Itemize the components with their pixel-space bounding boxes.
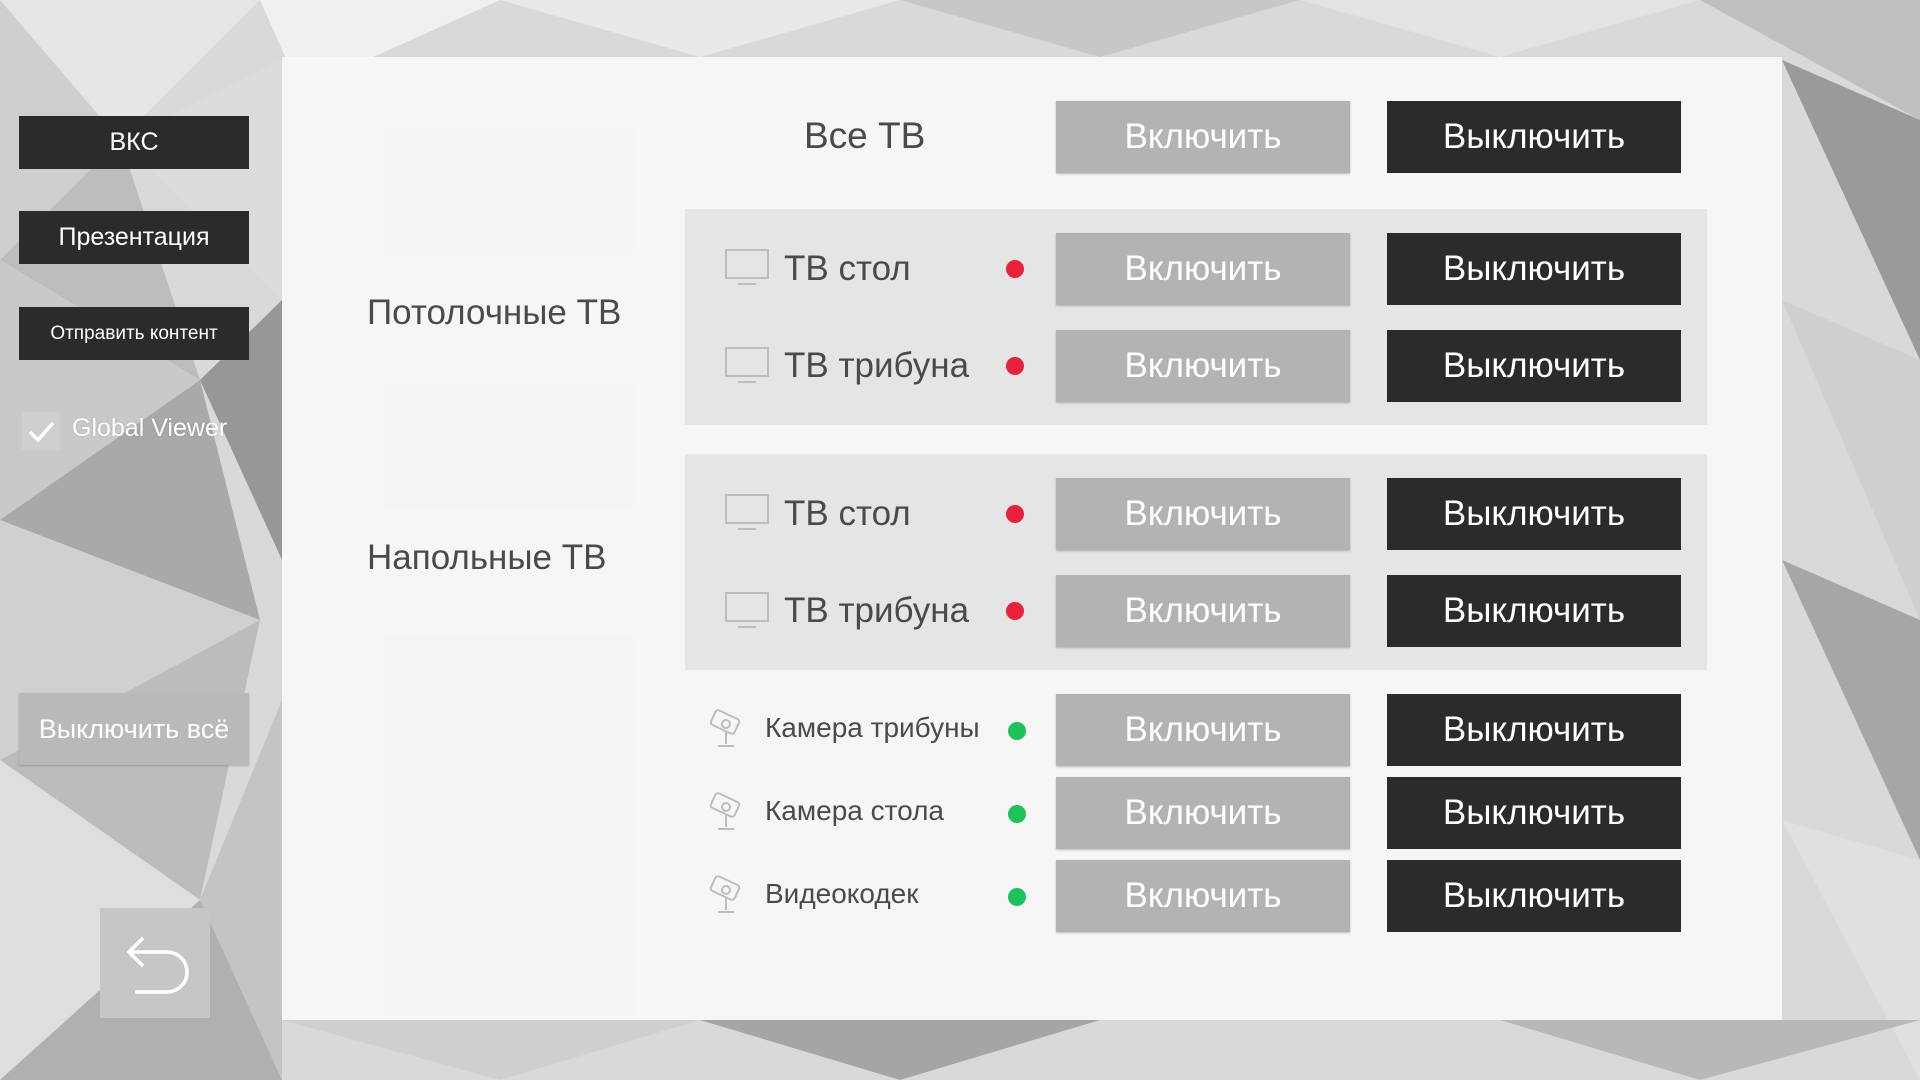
monitor-icon (725, 347, 769, 383)
camera-tribuna-off-button[interactable]: Выключить (1387, 694, 1681, 766)
camera-icon (709, 875, 741, 913)
all-tv-title: Все ТВ (804, 115, 926, 156)
videocodec-label: Видеокодек (765, 878, 919, 909)
floor-tv-tribuna-off-button[interactable]: Выключить (1387, 575, 1681, 647)
status-indicator (1006, 357, 1024, 375)
ceiling-tv-tribuna-off-button[interactable]: Выключить (1387, 330, 1681, 402)
all-tv-on-button[interactable]: Включить (1056, 101, 1350, 173)
camera-icon (709, 792, 741, 830)
monitor-icon (725, 494, 769, 530)
status-indicator (1008, 805, 1026, 823)
monitor-icon (725, 249, 769, 285)
floor-tv-stol-off-button[interactable]: Выключить (1387, 478, 1681, 550)
vks-button[interactable]: ВКС (19, 116, 249, 169)
turn-off-all-button[interactable]: Выключить всё (19, 693, 249, 765)
floor-tv-title: Напольные ТВ (367, 538, 607, 577)
global-viewer-label: Global Viewer (72, 414, 228, 442)
camera-stola-on-button[interactable]: Включить (1056, 777, 1350, 849)
checkmark-icon (28, 421, 55, 443)
status-indicator (1006, 260, 1024, 278)
camera-icon (709, 709, 741, 747)
ceiling-tv-stol-off-button[interactable]: Выключить (1387, 233, 1681, 305)
camera-stola-label: Камера стола (765, 795, 945, 826)
videocodec-off-button[interactable]: Выключить (1387, 860, 1681, 932)
floor-tv-stol-on-button[interactable]: Включить (1056, 478, 1350, 550)
status-indicator (1008, 888, 1026, 906)
ceiling-tv-title: Потолочные ТВ (367, 293, 622, 332)
status-indicator (1008, 722, 1026, 740)
camera-tribuna-label: Камера трибуны (765, 712, 980, 743)
all-tv-off-button[interactable]: Выключить (1387, 101, 1681, 173)
back-button[interactable] (100, 908, 210, 1018)
status-indicator (1006, 505, 1024, 523)
ceiling-tv-stol-on-button[interactable]: Включить (1056, 233, 1350, 305)
camera-stola-off-button[interactable]: Выключить (1387, 777, 1681, 849)
status-indicator (1006, 602, 1024, 620)
ceiling-tv-tribuna-label: ТВ трибуна (784, 346, 970, 385)
floor-tv-stol-label: ТВ стол (784, 494, 911, 533)
presentation-button[interactable]: Презентация (19, 211, 249, 264)
ceiling-tv-stol-label: ТВ стол (784, 249, 911, 288)
monitor-icon (725, 592, 769, 628)
send-content-button[interactable]: Отправить контент (19, 307, 249, 360)
videocodec-on-button[interactable]: Включить (1056, 860, 1350, 932)
undo-arrow-icon (126, 936, 189, 994)
ceiling-tv-tribuna-on-button[interactable]: Включить (1056, 330, 1350, 402)
floor-tv-tribuna-label: ТВ трибуна (784, 591, 970, 630)
floor-tv-tribuna-on-button[interactable]: Включить (1056, 575, 1350, 647)
camera-tribuna-on-button[interactable]: Включить (1056, 694, 1350, 766)
global-viewer-checkbox[interactable] (22, 412, 60, 450)
